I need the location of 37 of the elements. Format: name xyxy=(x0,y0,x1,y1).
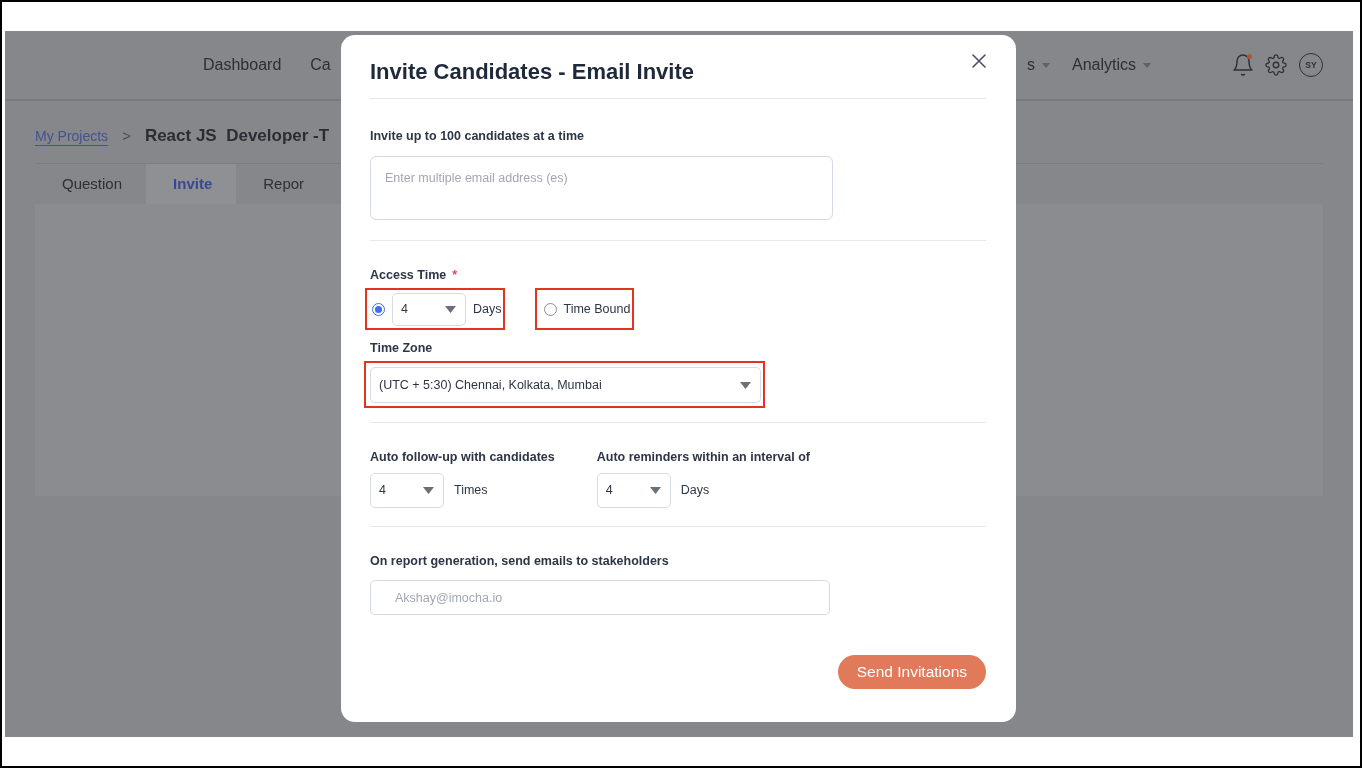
field-label: On report generation, send emails to stakeholders xyxy=(370,553,670,570)
field-label: Access Time xyxy=(370,267,447,284)
tab[interactable]: Invite xyxy=(146,164,237,204)
nav-link[interactable]: Dashboard xyxy=(203,53,282,77)
field-label: Invite up to 100 candidates at a time xyxy=(370,128,585,145)
stakeholder-email-field[interactable]: Akshay@imocha.io xyxy=(370,580,830,615)
field-label: Auto reminders within an interval of xyxy=(596,449,810,466)
close-icon xyxy=(972,54,986,68)
nav-link[interactable]: s xyxy=(1026,53,1050,77)
notification-bell-icon xyxy=(1233,54,1253,76)
breadcrumb-separator: > xyxy=(122,126,131,146)
send-invitations-button[interactable]: Send Invitations xyxy=(837,655,986,689)
breadcrumb-link[interactable]: My Projects xyxy=(35,125,109,147)
unit-label: Days xyxy=(473,300,502,318)
time-zone-dropdown[interactable]: (UTC + 5:30) Chennai, Kolkata, Mumbai xyxy=(370,367,761,403)
nav-link[interactable]: Ca xyxy=(310,53,331,77)
caret-icon xyxy=(445,305,456,313)
follow-up-dropdown[interactable]: 4 xyxy=(370,473,444,508)
nav-link[interactable]: Analytics xyxy=(1071,53,1151,77)
dialog-title: Invite Candidates - Email Invite xyxy=(370,58,694,86)
reminder-interval-dropdown[interactable]: 4 xyxy=(596,473,671,508)
unit-label: Times xyxy=(454,482,488,500)
unit-label: Days xyxy=(680,482,710,500)
required-asterisk: * xyxy=(452,267,458,284)
tab[interactable]: Repor xyxy=(236,164,329,204)
days-dropdown[interactable]: 4 xyxy=(392,292,466,326)
email-input-field[interactable]: Enter multiple email address (es) xyxy=(370,156,833,220)
close-button[interactable] xyxy=(972,53,988,69)
settings-icon xyxy=(1265,54,1287,76)
caret-icon xyxy=(740,381,751,389)
tab[interactable]: Question xyxy=(35,164,147,204)
caret-icon xyxy=(649,487,661,494)
field-label: Auto follow-up with candidates xyxy=(370,449,555,466)
radio-label: Time Bound xyxy=(563,300,631,318)
page-title: React JS Developer -T xyxy=(144,125,330,147)
field-label: Time Zone xyxy=(370,340,434,357)
caret-icon xyxy=(423,487,434,494)
